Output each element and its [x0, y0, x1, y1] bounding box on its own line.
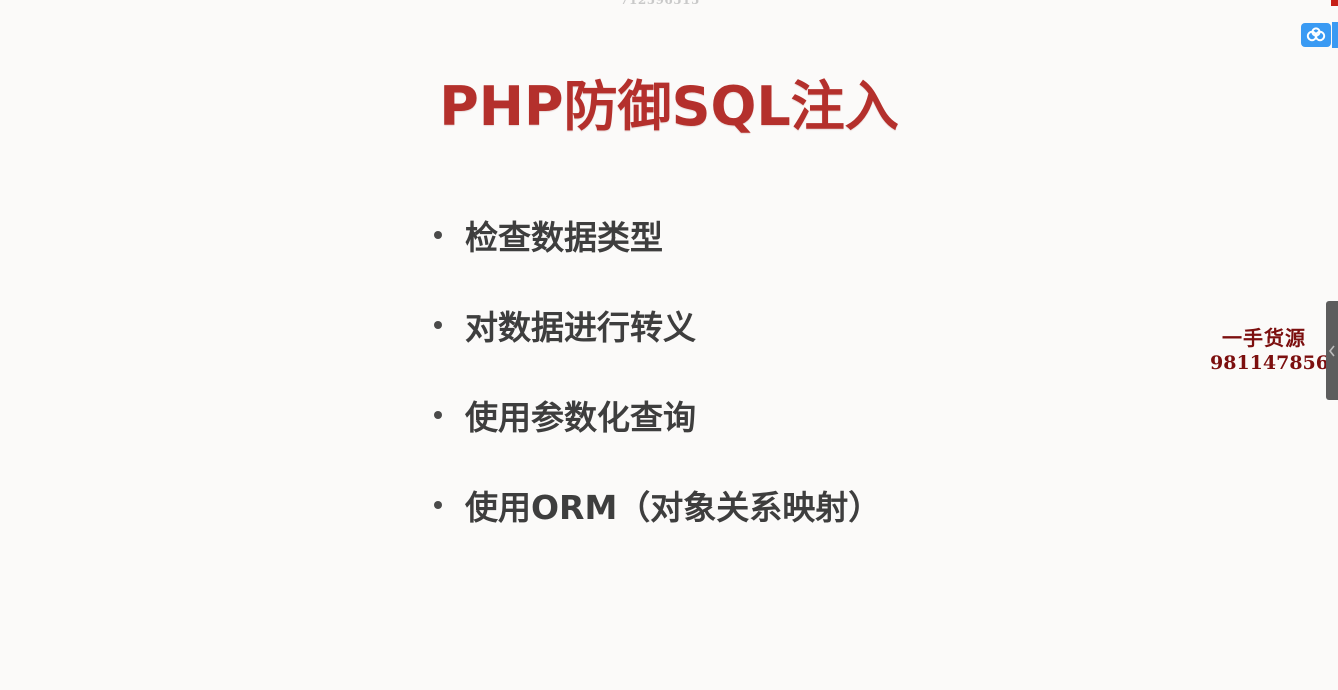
watermark-line1: 一手货源 [1222, 326, 1306, 350]
bullet-text: 使用参数化查询 [465, 398, 696, 437]
side-panel-handle[interactable] [1326, 301, 1338, 400]
bullet-text: 使用ORM（对象关系映射） [465, 488, 882, 527]
cloud-icon [1306, 27, 1326, 42]
watermark-line2: 981147856 [1210, 352, 1329, 374]
list-item: 对数据进行转义 [434, 280, 881, 370]
slide-canvas: 712596515 PHP防御SQL注入 检查数据类型 对数据进行转义 使用参数… [0, 0, 1338, 690]
bullet-list: 检查数据类型 对数据进行转义 使用参数化查询 使用ORM（对象关系映射） [434, 190, 881, 550]
side-watermark: 一手货源 981147856 [1210, 326, 1329, 376]
bullet-dot-icon [434, 411, 442, 419]
bullet-text: 对数据进行转义 [465, 308, 696, 347]
slide-title: PHP防御SQL注入 [439, 75, 899, 138]
bullet-dot-icon [434, 501, 442, 509]
cloud-button[interactable] [1301, 23, 1331, 47]
list-item: 使用ORM（对象关系映射） [434, 460, 881, 550]
top-right-corner-mark [1331, 0, 1338, 6]
list-item: 检查数据类型 [434, 190, 881, 280]
top-watermark: 712596515 [620, 0, 700, 7]
cloud-button-edge [1332, 22, 1338, 48]
bullet-text: 检查数据类型 [465, 218, 663, 257]
bullet-dot-icon [434, 231, 442, 239]
bullet-dot-icon [434, 321, 442, 329]
chevron-left-icon [1328, 345, 1335, 356]
list-item: 使用参数化查询 [434, 370, 881, 460]
